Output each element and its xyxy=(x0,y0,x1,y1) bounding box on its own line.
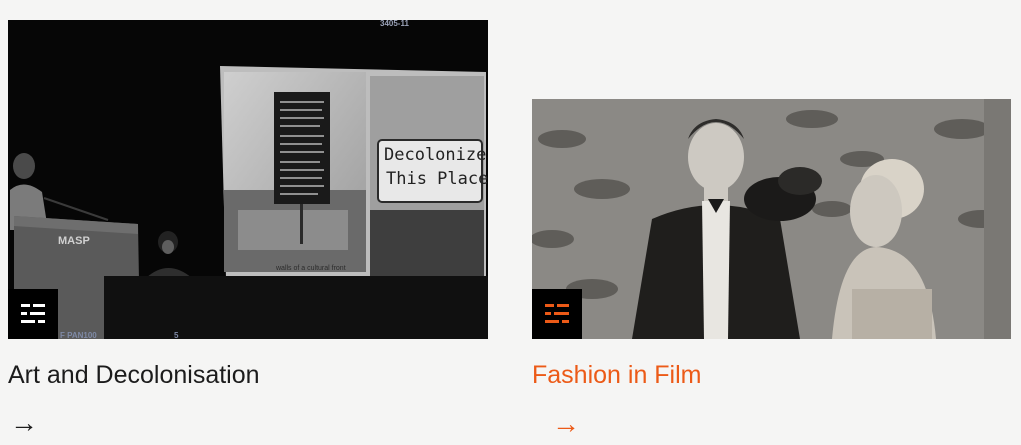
slide-caption: walls of a cultural front xyxy=(275,265,346,272)
photo-label-left: F PAN100 xyxy=(60,331,97,339)
photo-label-mid: 5 xyxy=(174,331,179,339)
card-art-and-decolonisation[interactable]: Decolonize This Place walls of a cultura… xyxy=(8,20,488,438)
filter-badge[interactable] xyxy=(532,289,582,339)
card-title[interactable]: Fashion in Film xyxy=(532,360,702,390)
filter-badge[interactable] xyxy=(8,289,58,339)
card-image-conference[interactable]: Decolonize This Place walls of a cultura… xyxy=(8,20,488,339)
filter-list-icon xyxy=(21,304,45,323)
card-title[interactable]: Art and Decolonisation xyxy=(8,360,260,390)
conference-photo: Decolonize This Place walls of a cultura… xyxy=(8,20,488,339)
film-still-photo xyxy=(532,99,1011,339)
slide-heading-1: Decolonize xyxy=(384,145,486,165)
arrow-right-icon[interactable]: → xyxy=(552,409,580,439)
slide-heading-2: This Place xyxy=(386,169,488,189)
filter-list-icon xyxy=(545,304,569,323)
photo-code: 3405-11 xyxy=(380,20,409,28)
arrow-right-icon[interactable]: → xyxy=(10,408,38,438)
lectern-label: MASP xyxy=(58,235,90,247)
card-image-film-still[interactable] xyxy=(532,99,1011,339)
card-fashion-in-film[interactable]: Fashion in Film → xyxy=(532,99,1011,439)
